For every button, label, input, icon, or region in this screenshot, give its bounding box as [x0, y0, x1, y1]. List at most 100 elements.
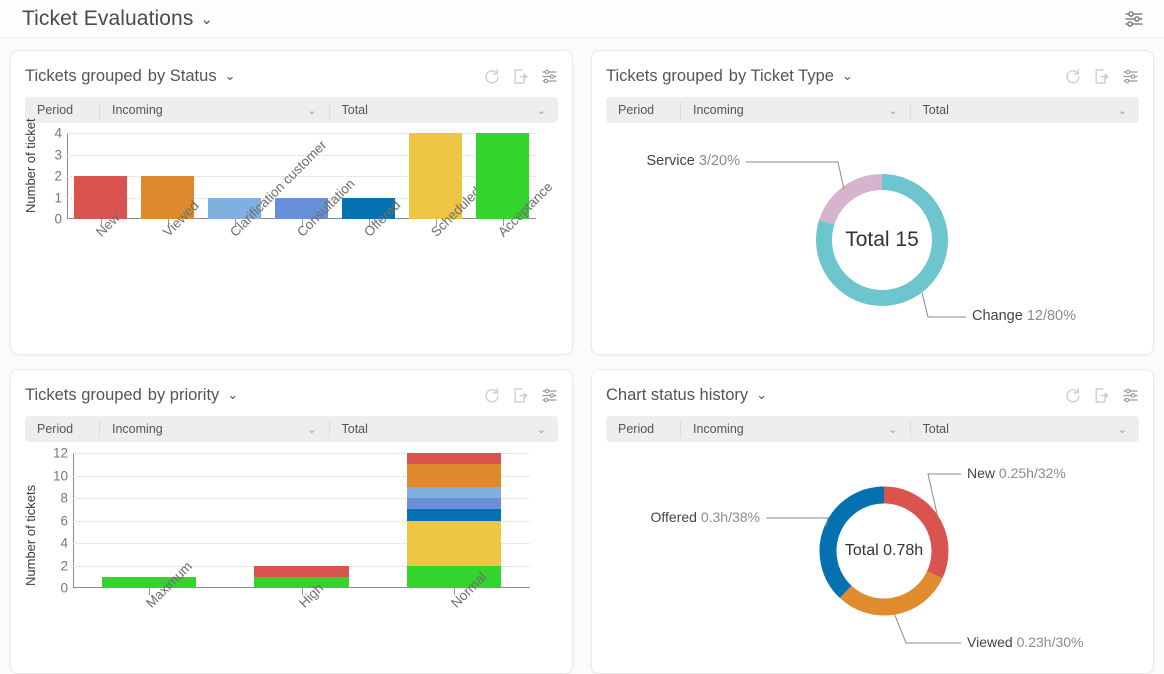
- donut-callout-label: Change 12/80%: [972, 308, 1076, 324]
- filter-incoming-value: Incoming: [112, 422, 163, 436]
- panel-title-main: Tickets grouped: [25, 385, 142, 404]
- donut-center-total: Total 15: [845, 228, 919, 251]
- filter-bar: Period Incoming ⌄ Total ⌄: [606, 97, 1139, 123]
- bar-segment[interactable]: [254, 565, 349, 577]
- filter-total-value: Total: [922, 422, 949, 436]
- y-axis-tick: 8: [60, 490, 68, 506]
- donut-slice[interactable]: [819, 174, 883, 225]
- panel-actions: [483, 387, 558, 404]
- chevron-down-icon: ⌄: [536, 104, 546, 117]
- donut-callout-label: Offered 0.3h/38%: [606, 509, 761, 525]
- chevron-down-icon: ⌄: [888, 104, 898, 117]
- donut-callout-label: Viewed 0.23h/30%: [967, 634, 1084, 650]
- callout-name: New: [967, 465, 999, 481]
- export-icon[interactable]: [512, 387, 529, 404]
- callout-value: 12/80%: [1026, 308, 1077, 324]
- donut-callout-label: Service 3/20%: [606, 153, 740, 169]
- bar[interactable]: [73, 176, 128, 219]
- y-axis-tick: 4: [60, 535, 68, 551]
- y-axis-label: Number of ticket: [23, 118, 38, 213]
- panel-title-main: Tickets grouped: [25, 66, 142, 85]
- y-axis-tick: 0: [60, 580, 68, 596]
- y-axis-tick: 4: [54, 125, 62, 141]
- filter-incoming-value: Incoming: [693, 422, 744, 436]
- refresh-icon[interactable]: [1064, 387, 1081, 404]
- panel-settings-sliders-icon[interactable]: [1122, 68, 1139, 85]
- panel-title-chevron-down-icon[interactable]: ⌄: [225, 68, 236, 84]
- bar-segment[interactable]: [406, 453, 502, 465]
- plot-area: 0 1 2 3 4 New Viewed Clarification customer Cons…: [54, 126, 555, 240]
- filter-total-select[interactable]: Total ⌄: [911, 103, 1140, 117]
- filter-bar: Period Incoming ⌄ Total ⌄: [25, 97, 558, 123]
- callout-value: 0.25h/32%: [998, 465, 1066, 481]
- filter-incoming-select[interactable]: Incoming ⌄: [100, 422, 329, 436]
- bar-segment[interactable]: [406, 498, 502, 510]
- bar-segment[interactable]: [406, 464, 502, 487]
- panel-actions: [483, 68, 558, 85]
- filter-total-select[interactable]: Total ⌄: [330, 103, 559, 117]
- y-axis-label: Number of tickets: [23, 484, 38, 586]
- panel-title-main: Tickets grouped: [606, 66, 723, 85]
- donut-slice[interactable]: [839, 570, 943, 616]
- panel-header: Tickets grouped by priority ⌄: [25, 382, 558, 408]
- filter-total-select[interactable]: Total ⌄: [330, 422, 559, 436]
- panel-title-sub: by Status: [147, 66, 217, 85]
- panel-header: Chart status history ⌄: [606, 382, 1139, 408]
- panel-title-chevron-down-icon[interactable]: ⌄: [756, 387, 767, 403]
- panel-title-chevron-down-icon[interactable]: ⌄: [227, 387, 238, 403]
- panel-header: Tickets grouped by Status ⌄: [25, 63, 558, 89]
- filter-incoming-value: Incoming: [693, 103, 744, 117]
- donut-center-total: Total 0.78h: [844, 542, 924, 559]
- filter-incoming-select[interactable]: Incoming ⌄: [681, 422, 910, 436]
- filter-period-label: Period: [618, 422, 655, 436]
- panel-settings-sliders-icon[interactable]: [541, 387, 558, 404]
- filter-total-value: Total: [922, 103, 949, 117]
- callout-leader-line: [766, 517, 829, 527]
- donut-chart-ticket-type: Total 15 Service 3/20% Change 12/80%: [606, 127, 1139, 354]
- refresh-icon[interactable]: [483, 68, 500, 85]
- filter-incoming-select[interactable]: Incoming ⌄: [681, 103, 910, 117]
- bar-segment[interactable]: [406, 520, 502, 566]
- callout-leader-line: [894, 613, 961, 644]
- chevron-down-icon: ⌄: [307, 423, 317, 436]
- page-header: Ticket Evaluations ⌄: [0, 0, 1164, 38]
- panel-header: Tickets grouped by Ticket Type ⌄: [606, 63, 1139, 89]
- y-axis-tick: 2: [60, 558, 68, 573]
- refresh-icon[interactable]: [1064, 68, 1081, 85]
- bar-chart-priority: Number of tickets 0 2 4 6 8 10 12 Maximum High No…: [23, 446, 558, 658]
- dashboard-settings-sliders-icon[interactable]: [1124, 10, 1146, 28]
- filter-period-label: Period: [618, 103, 655, 117]
- panel-tickets-by-ticket-type: Tickets grouped by Ticket Type ⌄ Period I…: [591, 50, 1154, 355]
- gridline: [67, 176, 536, 177]
- callout-name: Service: [646, 153, 699, 169]
- chevron-down-icon: ⌄: [536, 423, 546, 436]
- donut-slice[interactable]: [883, 486, 949, 579]
- bar-segment[interactable]: [406, 486, 502, 498]
- callout-name: Offered: [650, 509, 701, 525]
- bar-segment[interactable]: [254, 576, 349, 588]
- filter-incoming-select[interactable]: Incoming ⌄: [100, 103, 329, 117]
- panel-title-chevron-down-icon[interactable]: ⌄: [842, 68, 853, 84]
- panel-tickets-by-status: Tickets grouped by Status ⌄ Period Incomi…: [10, 50, 573, 355]
- bar-segment[interactable]: [406, 509, 502, 521]
- panel-actions: [1064, 387, 1139, 404]
- export-icon[interactable]: [1093, 68, 1110, 85]
- filter-bar: Period Incoming ⌄ Total ⌄: [606, 416, 1139, 442]
- callout-leader-line: [746, 161, 845, 190]
- y-axis-tick: 2: [54, 168, 62, 184]
- page-title-chevron-down-icon[interactable]: ⌄: [200, 10, 213, 28]
- panel-settings-sliders-icon[interactable]: [541, 68, 558, 85]
- chevron-down-icon: ⌄: [888, 423, 898, 436]
- export-icon[interactable]: [1093, 387, 1110, 404]
- refresh-icon[interactable]: [483, 387, 500, 404]
- filter-total-select[interactable]: Total ⌄: [911, 422, 1140, 436]
- callout-leader-line: [927, 473, 961, 516]
- filter-incoming-value: Incoming: [112, 103, 163, 117]
- callout-value: 3/20%: [698, 153, 740, 169]
- export-icon[interactable]: [512, 68, 529, 85]
- filter-total-value: Total: [341, 103, 368, 117]
- panel-settings-sliders-icon[interactable]: [1122, 387, 1139, 404]
- donut-callout-label: New 0.25h/32%: [967, 465, 1066, 481]
- filter-period-label: Period: [37, 422, 74, 436]
- plot-area: 0 2 4 6 8 10 12 Maximum High Normal: [53, 446, 530, 611]
